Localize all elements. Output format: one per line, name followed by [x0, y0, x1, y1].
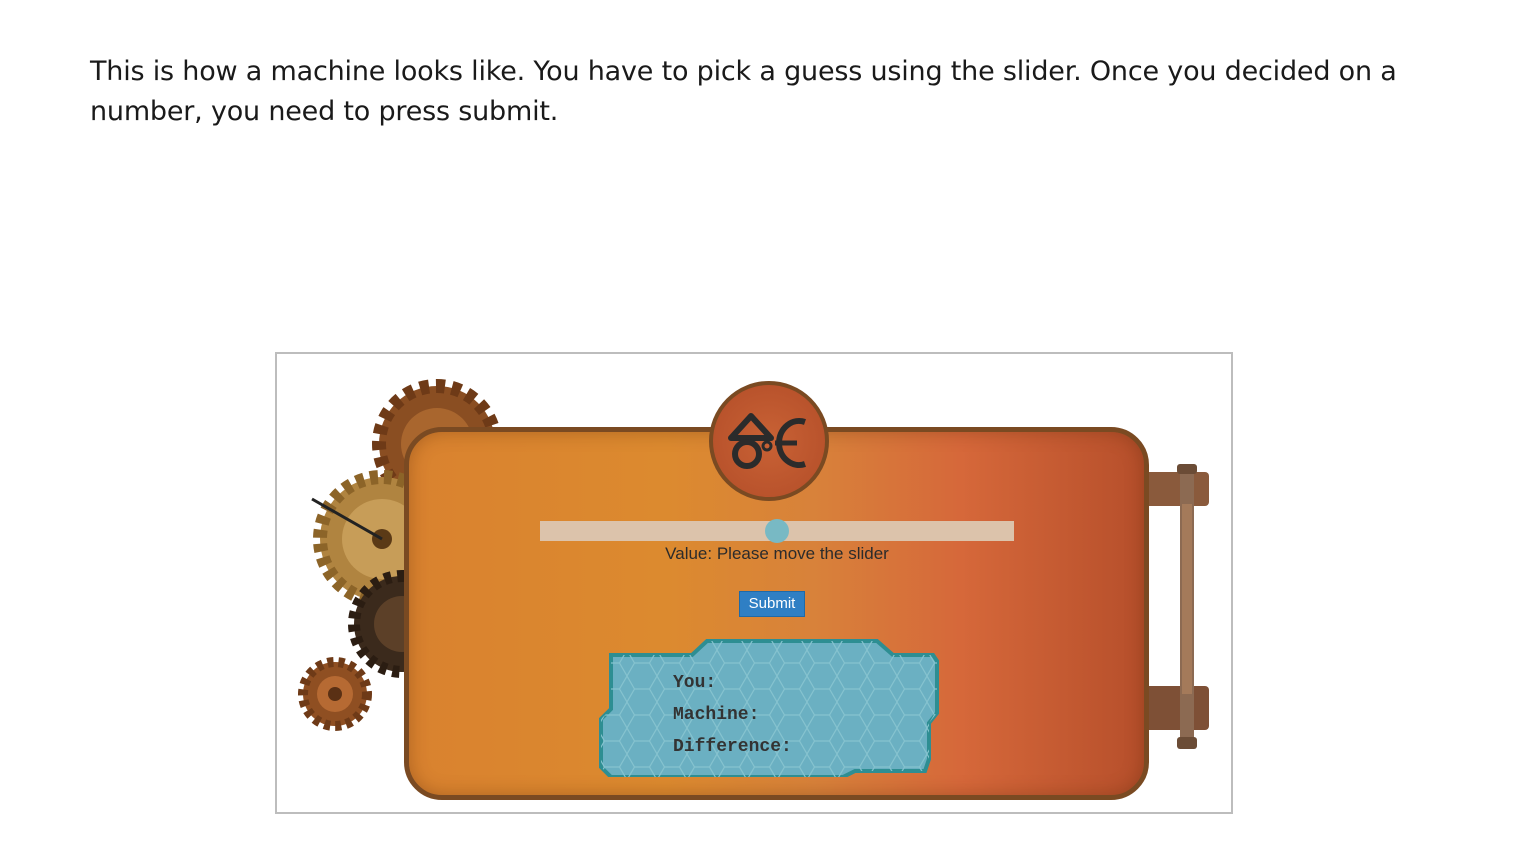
- you-label: You:: [673, 673, 717, 693]
- machine-frame: Value: Please move the slider Submit You…: [275, 352, 1233, 814]
- difference-label: Difference:: [673, 737, 792, 757]
- instructions-text: This is how a machine looks like. You ha…: [90, 56, 1397, 127]
- guess-slider[interactable]: [540, 519, 1014, 543]
- submit-button[interactable]: Submit: [739, 591, 805, 617]
- machine-logo-icon: [728, 413, 806, 469]
- gear-small-icon: [298, 657, 372, 731]
- machine-emblem: [709, 381, 829, 501]
- slider-value-label: Value: Please move the slider: [665, 544, 889, 563]
- results-display: You: Machine: Difference:: [597, 637, 942, 779]
- results-lines: You: Machine: Difference:: [673, 667, 792, 763]
- slider-thumb[interactable]: [765, 519, 789, 543]
- machine-label: Machine:: [673, 705, 760, 725]
